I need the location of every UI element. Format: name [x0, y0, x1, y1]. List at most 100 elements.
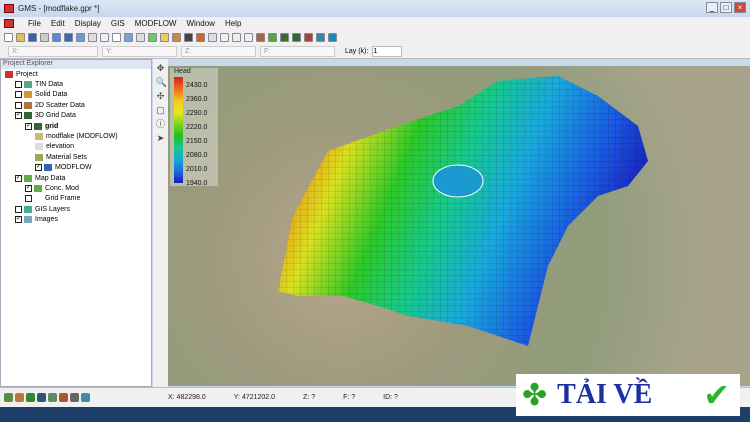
- chart-icon[interactable]: [172, 32, 181, 42]
- checkbox[interactable]: [25, 195, 32, 203]
- f-field[interactable]: F:: [260, 45, 335, 57]
- module-icon[interactable]: [81, 393, 90, 402]
- checkbox[interactable]: ✓: [35, 164, 42, 172]
- checkbox[interactable]: [15, 101, 22, 109]
- layer-input[interactable]: [372, 45, 403, 57]
- x-field[interactable]: X:: [8, 45, 98, 57]
- menu-display[interactable]: Display: [75, 19, 101, 28]
- tree-item-icon: [34, 195, 42, 203]
- checkbox[interactable]: [15, 205, 22, 213]
- tree-item[interactable]: elevation: [1, 142, 151, 152]
- maximize-button[interactable]: □: [720, 2, 732, 13]
- rotate-icon[interactable]: [88, 32, 97, 42]
- checkbox[interactable]: ✓: [15, 216, 22, 224]
- module-icon[interactable]: [4, 393, 13, 402]
- tree-item-label: 3D Grid Data: [35, 112, 76, 120]
- map-viewport[interactable]: Head 2430.0 2360.0 2290.0 2220.0 2150.0 …: [168, 66, 750, 386]
- tree-item[interactable]: ✓ Map Data: [1, 173, 151, 183]
- tree-item[interactable]: modflake (MODFLOW): [1, 131, 151, 141]
- tree-item[interactable]: ✓ Conc. Mod: [1, 183, 151, 193]
- module-icon[interactable]: [37, 393, 46, 402]
- tree-item-label: modflake (MODFLOW): [46, 133, 118, 141]
- frame-icon[interactable]: [100, 32, 109, 42]
- model-tool-1-icon[interactable]: [256, 32, 265, 42]
- model-tool-6-icon[interactable]: [316, 32, 325, 42]
- info-icon[interactable]: ⓘ: [156, 119, 166, 129]
- table-icon[interactable]: [208, 32, 217, 42]
- tree-item[interactable]: ✓ 3D Grid Data: [1, 111, 151, 121]
- status-id: ID: ?: [383, 394, 398, 401]
- print-icon[interactable]: [40, 32, 49, 42]
- select-tool-icon[interactable]: ▢: [156, 105, 166, 115]
- tree-item-icon: [24, 81, 32, 89]
- zoom-tool-icon[interactable]: 🔍: [156, 77, 167, 87]
- tree-item[interactable]: Solid Data: [1, 90, 151, 100]
- z-magnify-icon[interactable]: [148, 32, 157, 42]
- new-icon[interactable]: [4, 32, 13, 42]
- watermark-text: TẢI VỀ: [557, 379, 653, 410]
- checkbox[interactable]: ✓: [15, 112, 22, 120]
- menu-modflow[interactable]: MODFLOW: [135, 19, 177, 28]
- checkbox[interactable]: [15, 81, 22, 89]
- minimize-button[interactable]: _: [706, 2, 718, 13]
- tree-item-icon: [35, 133, 43, 141]
- z-field[interactable]: Z:: [181, 45, 256, 57]
- menu-file[interactable]: File: [28, 19, 41, 28]
- doc-icon[interactable]: [4, 19, 14, 28]
- checkbox[interactable]: ✓: [15, 174, 22, 182]
- module-icon[interactable]: [59, 393, 68, 402]
- display-options-icon[interactable]: [136, 32, 145, 42]
- model-tool-5-icon[interactable]: [304, 32, 313, 42]
- menu-help[interactable]: Help: [225, 19, 241, 28]
- model-tool-4-icon[interactable]: [292, 32, 301, 42]
- zoom-icon[interactable]: [112, 32, 121, 42]
- legend-tick: 2220.0: [186, 124, 208, 131]
- light-icon[interactable]: [124, 32, 133, 42]
- tree-item[interactable]: Material Sets: [1, 152, 151, 162]
- pan-icon[interactable]: ✥: [156, 63, 166, 73]
- tree-item[interactable]: 2D Scatter Data: [1, 100, 151, 110]
- save-icon[interactable]: [28, 32, 37, 42]
- checkbox[interactable]: [15, 91, 22, 99]
- close-button[interactable]: ×: [734, 2, 746, 13]
- select-layers-icon[interactable]: [244, 32, 253, 42]
- tree-item-label: grid: [45, 122, 59, 130]
- model-tool-2-icon[interactable]: [268, 32, 277, 42]
- select-cells-icon[interactable]: [220, 32, 229, 42]
- menu-edit[interactable]: Edit: [51, 19, 65, 28]
- film-icon[interactable]: [184, 32, 193, 42]
- rotate-tool-icon[interactable]: ✣: [156, 91, 166, 101]
- module-icon[interactable]: [48, 393, 57, 402]
- module-icon[interactable]: [26, 393, 35, 402]
- menu-window[interactable]: Window: [186, 19, 214, 28]
- tree-item-icon: [24, 216, 32, 224]
- y-field[interactable]: Y:: [102, 45, 177, 57]
- checkbox[interactable]: ✓: [25, 122, 32, 130]
- open-icon[interactable]: [16, 32, 25, 42]
- view-side-icon[interactable]: [64, 32, 73, 42]
- view-front-icon[interactable]: [52, 32, 61, 42]
- window-title: GMS - [modflake.gpr *]: [18, 4, 100, 13]
- tree-item[interactable]: TIN Data: [1, 79, 151, 89]
- menu-gis[interactable]: GIS: [111, 19, 125, 28]
- tree-item[interactable]: GIS Layers: [1, 204, 151, 214]
- tree-item-icon: [24, 174, 32, 182]
- tree-item[interactable]: ✓ Images: [1, 214, 151, 224]
- legend-tick: 2290.0: [186, 110, 208, 117]
- tree-item[interactable]: ✓ MODFLOW: [1, 163, 151, 173]
- bulb-icon[interactable]: [160, 32, 169, 42]
- tree-item[interactable]: ✓ grid: [1, 121, 151, 131]
- select-nodes-icon[interactable]: [232, 32, 241, 42]
- model-tool-7-icon[interactable]: [328, 32, 337, 42]
- module-icon[interactable]: [15, 393, 24, 402]
- module-icon[interactable]: [70, 393, 79, 402]
- tree-item[interactable]: Project: [1, 69, 151, 79]
- layer-label: Lay (k):: [345, 47, 369, 55]
- pointer-icon[interactable]: ➤: [156, 133, 166, 143]
- legend-tick: 2150.0: [186, 138, 208, 145]
- checkbox[interactable]: ✓: [25, 184, 32, 192]
- grid-color-icon[interactable]: [196, 32, 205, 42]
- model-tool-3-icon[interactable]: [280, 32, 289, 42]
- tree-item[interactable]: Grid Frame: [1, 194, 151, 204]
- view-top-icon[interactable]: [76, 32, 85, 42]
